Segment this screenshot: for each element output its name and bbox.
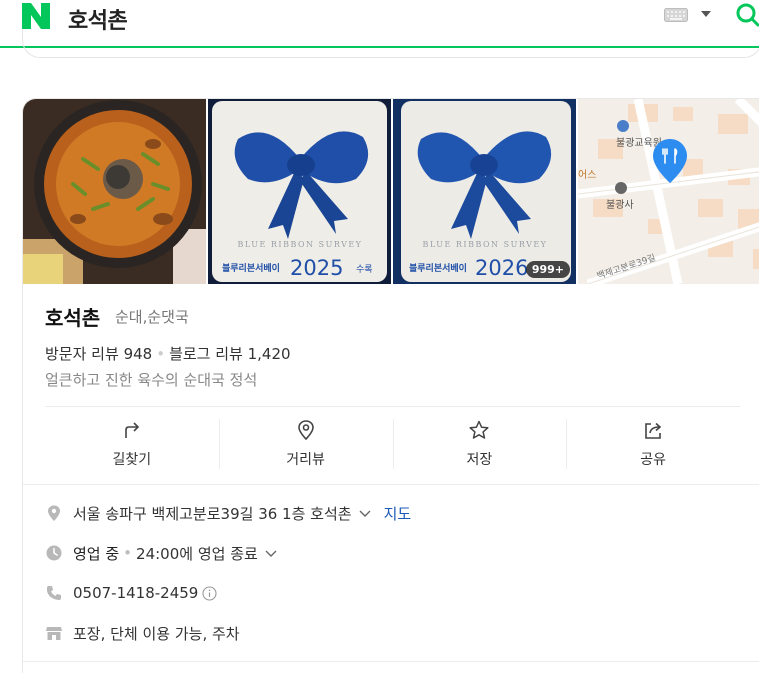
visitor-reviews-count: 948	[123, 345, 153, 363]
map-label-temple: 불광사	[606, 199, 634, 211]
previous-card-edge	[22, 30, 759, 58]
save-button[interactable]: 저장	[392, 419, 567, 471]
directions-button[interactable]: 길찾기	[45, 419, 219, 471]
share-button[interactable]: 공유	[566, 419, 740, 471]
address-row: 서울 송파구 백제고분로39길 36 1층 호석촌 지도	[45, 501, 411, 525]
ribbon-year-text: 2026	[475, 256, 528, 280]
directions-label: 길찾기	[112, 452, 152, 468]
map-label-left: 어스	[578, 169, 596, 181]
ribbon-brand-text: BLUE RIBBON SURVEY	[423, 240, 548, 249]
directions-icon	[125, 422, 140, 438]
amenities-text: 포장, 단체 이용 가능, 주차	[73, 624, 240, 643]
separator-dot: •	[123, 544, 133, 562]
place-card: BLUE RIBBON SURVEY 블루리본서베이 2025 수록 BLUE …	[22, 98, 759, 673]
ribbon-sub-text: 블루리본서베이	[409, 262, 467, 274]
food-photo-icon	[23, 99, 206, 284]
amenities-row: 포장, 단체 이용 가능, 주차	[45, 621, 240, 645]
store-icon	[46, 627, 62, 640]
chevron-down-icon[interactable]	[358, 506, 372, 520]
ribbon-year-text: 2025	[290, 256, 343, 280]
ribbon-sub-text: 블루리본서베이	[222, 262, 280, 274]
blue-ribbon-2026-icon: BLUE RIBBON SURVEY 블루리본서베이 2026	[393, 99, 576, 284]
phone-row: 0507-1418-2459	[45, 581, 217, 605]
map-thumbnail[interactable]: 불광교육원 어스 불광사 El 백제고분로39길	[578, 99, 759, 284]
street-view-icon	[297, 420, 314, 441]
ribbon-suffix-text: 수록	[356, 264, 373, 275]
share-icon	[645, 422, 662, 439]
photo-food[interactable]	[23, 99, 206, 284]
share-label: 공유	[640, 452, 666, 468]
star-icon	[469, 420, 489, 439]
map-icon: 불광교육원 어스 불광사 El 백제고분로39길	[578, 99, 759, 284]
ribbon-brand-text: BLUE RIBBON SURVEY	[238, 240, 363, 249]
phone-number[interactable]: 0507-1418-2459	[73, 584, 198, 602]
photo-blue-ribbon-2025[interactable]: BLUE RIBBON SURVEY 블루리본서베이 2025 수록	[208, 99, 391, 284]
street-view-button[interactable]: 거리뷰	[218, 419, 393, 471]
address-text[interactable]: 서울 송파구 백제고분로39길 36 1층 호석촌	[73, 503, 352, 524]
street-view-label: 거리뷰	[286, 452, 325, 468]
photo-blue-ribbon-2026[interactable]: BLUE RIBBON SURVEY 블루리본서베이 2026 999+	[393, 99, 576, 284]
business-hours[interactable]: 24:00에 영업 종료	[136, 543, 258, 564]
chevron-down-icon[interactable]	[264, 546, 278, 560]
divider	[23, 484, 759, 485]
blog-reviews-link[interactable]: 블로그 리뷰 1,420	[169, 345, 291, 363]
search-icon[interactable]	[735, 2, 759, 28]
divider	[23, 661, 759, 662]
save-label: 저장	[466, 452, 493, 468]
blue-ribbon-2025-icon: BLUE RIBBON SURVEY 블루리본서베이 2025 수록	[208, 99, 391, 284]
separator-dot: •	[156, 345, 166, 363]
divider	[45, 406, 740, 407]
info-icon[interactable]	[202, 585, 217, 601]
keyboard-icon[interactable]	[664, 8, 688, 22]
action-bar: 길찾기 거리뷰 저장 공유	[45, 419, 740, 471]
place-category: 순대,순댓국	[115, 308, 189, 326]
blog-reviews-label: 블로그 리뷰	[169, 345, 243, 363]
map-label-school: 불광교육원	[616, 137, 662, 149]
blog-reviews-count: 1,420	[247, 345, 291, 363]
chevron-down-icon[interactable]	[700, 8, 712, 20]
photo-count-badge: 999+	[525, 261, 570, 278]
review-summary: 방문자 리뷰 948 • 블로그 리뷰 1,420	[45, 343, 291, 364]
naver-logo[interactable]	[22, 3, 50, 29]
clock-icon	[46, 545, 62, 561]
business-status: 영업 중	[73, 544, 120, 563]
location-pin-icon	[48, 505, 60, 521]
place-name[interactable]: 호석촌	[45, 302, 100, 331]
phone-icon	[46, 586, 61, 600]
visitor-reviews-label: 방문자 리뷰	[45, 345, 119, 363]
hours-row: 영업 중 • 24:00에 영업 종료	[45, 541, 278, 565]
map-link[interactable]: 지도	[384, 503, 412, 524]
visitor-reviews-link[interactable]: 방문자 리뷰 948	[45, 345, 152, 363]
place-description: 얼큰하고 진한 육수의 순대국 정석	[45, 371, 258, 389]
